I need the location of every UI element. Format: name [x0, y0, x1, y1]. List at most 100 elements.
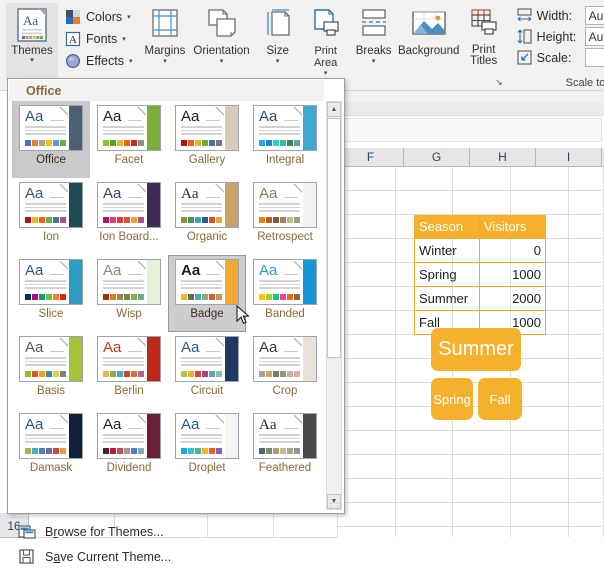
chevron-down-icon[interactable]: ▾ [220, 57, 224, 66]
grid-cell[interactable] [569, 191, 604, 215]
grid-cell[interactable] [338, 383, 396, 407]
grid-cell[interactable] [338, 359, 396, 383]
theme-item-feathered[interactable]: AaFeathered [246, 409, 324, 486]
column-header-G[interactable]: G [404, 148, 470, 166]
column-header-I[interactable]: I [536, 148, 602, 166]
grid-cell[interactable] [569, 263, 604, 287]
grid-cell[interactable] [338, 431, 396, 455]
visitors-table[interactable]: SeasonVisitorsWinter0Spring1000Summer200… [414, 215, 546, 335]
gallery-scrollbar[interactable]: ▲ ▼ [326, 101, 342, 510]
scroll-up-arrow-icon[interactable]: ▲ [327, 102, 341, 117]
margins-button[interactable]: Margins ▾ [142, 3, 189, 81]
table-header-cell[interactable]: Season [414, 215, 480, 239]
grid-cell[interactable] [511, 167, 569, 191]
grid-cell[interactable] [396, 527, 454, 537]
theme-thumbnail-gallery[interactable]: AaOfficeAaFacetAaGalleryAaIntegralAaIonA… [12, 101, 325, 489]
grid-cell[interactable] [511, 479, 569, 503]
theme-item-dividend[interactable]: AaDividend [90, 409, 168, 486]
chevron-down-icon[interactable]: ▾ [129, 57, 133, 65]
column-header-H[interactable]: H [470, 148, 536, 166]
chevron-down-icon[interactable]: ▾ [122, 35, 126, 43]
theme-item-berlin[interactable]: AaBerlin [90, 332, 168, 409]
spreadsheet-grid[interactable]: FGHI SeasonVisitorsWinter0Spring1000Summ… [338, 91, 604, 537]
grid-cell[interactable] [338, 335, 396, 359]
grid-cell[interactable] [396, 431, 454, 455]
colors-button[interactable]: Colors ▾ [63, 6, 137, 28]
grid-cell[interactable] [338, 239, 396, 263]
grid-cell[interactable] [453, 191, 511, 215]
grid-cell[interactable] [338, 479, 396, 503]
grid-cell[interactable] [396, 191, 454, 215]
table-cell-season[interactable]: Winter [414, 239, 480, 263]
grid-cell[interactable] [569, 239, 604, 263]
grid-cell[interactable] [511, 191, 569, 215]
theme-item-integral[interactable]: AaIntegral [246, 101, 324, 178]
resize-grip-icon[interactable]: ⋮⋮ [327, 502, 341, 511]
print-titles-button[interactable]: Print Titles [461, 3, 507, 81]
grid-cell[interactable] [569, 479, 604, 503]
grid-cell[interactable] [338, 215, 396, 239]
grid-cell[interactable] [453, 431, 511, 455]
theme-item-retrospect[interactable]: AaRetrospect [246, 178, 324, 255]
table-cell-visitors[interactable]: 2000 [480, 287, 546, 311]
chevron-down-icon[interactable]: ▾ [372, 57, 376, 66]
table-cell-visitors[interactable]: 0 [480, 239, 546, 263]
grid-cell[interactable] [511, 431, 569, 455]
scrollbar-thumb[interactable] [327, 118, 341, 358]
chevron-down-icon[interactable]: ▾ [30, 57, 34, 65]
shape-spring[interactable]: Spring [431, 378, 473, 420]
grid-cell[interactable] [569, 167, 604, 191]
grid-cell[interactable] [569, 287, 604, 311]
fonts-button[interactable]: A Fonts ▾ [63, 28, 137, 50]
grid-cell[interactable] [569, 407, 604, 431]
theme-item-office[interactable]: AaOffice [12, 101, 90, 178]
formula-bar[interactable] [340, 118, 602, 142]
grid-cell[interactable] [338, 503, 396, 527]
page-setup-dialog-launcher[interactable]: ↘ [495, 77, 503, 88]
size-button[interactable]: Size ▾ [255, 3, 301, 81]
chevron-down-icon[interactable]: ▾ [127, 13, 131, 21]
grid-cell[interactable] [338, 407, 396, 431]
grid-cell[interactable] [396, 479, 454, 503]
grid-cell[interactable] [396, 455, 454, 479]
grid-cell[interactable] [569, 527, 604, 537]
column-header-F[interactable]: F [338, 148, 404, 166]
grid-cell[interactable] [511, 527, 569, 537]
save-current-theme-item[interactable]: Save Current Theme... [9, 544, 345, 569]
background-button[interactable]: Background [399, 3, 459, 81]
theme-item-basis[interactable]: AaBasis [12, 332, 90, 409]
orientation-button[interactable]: Orientation ▾ [190, 3, 252, 81]
effects-button[interactable]: Effects ▾ [63, 50, 137, 72]
grid-cell[interactable] [569, 335, 604, 359]
theme-item-ion-board[interactable]: AaIon Board... [90, 178, 168, 255]
grid-cell[interactable] [338, 311, 396, 335]
grid-cell[interactable] [569, 431, 604, 455]
width-input[interactable]: Auto [585, 6, 604, 25]
themes-button[interactable]: Aa Themes ▾ [6, 3, 58, 81]
scale-input[interactable]: 100 [585, 48, 604, 67]
theme-item-crop[interactable]: AaCrop [246, 332, 324, 409]
theme-item-badge[interactable]: AaBadge [168, 255, 246, 332]
grid-cell[interactable] [338, 527, 396, 537]
theme-item-facet[interactable]: AaFacet [90, 101, 168, 178]
browse-for-themes-item[interactable]: Browse for Themes... [9, 519, 345, 544]
table-cell-season[interactable]: Summer [414, 287, 480, 311]
grid-cell[interactable] [338, 167, 396, 191]
themes-gallery-dropdown[interactable]: Office AaOfficeAaFacetAaGalleryAaIntegra… [7, 78, 345, 514]
grid-cell[interactable] [338, 287, 396, 311]
shape-fall[interactable]: Fall [478, 378, 522, 420]
grid-cell[interactable] [569, 383, 604, 407]
grid-cell[interactable] [338, 191, 396, 215]
grid-cell[interactable] [569, 215, 604, 239]
grid-cell[interactable] [569, 503, 604, 527]
theme-item-droplet[interactable]: AaDroplet [168, 409, 246, 486]
theme-item-gallery[interactable]: AaGallery [168, 101, 246, 178]
theme-item-slice[interactable]: AaSlice [12, 255, 90, 332]
grid-cell[interactable] [453, 455, 511, 479]
grid-cell[interactable] [396, 167, 454, 191]
grid-cell[interactable] [453, 479, 511, 503]
grid-cell[interactable] [569, 455, 604, 479]
theme-item-circuit[interactable]: AaCircuit [168, 332, 246, 409]
theme-item-organic[interactable]: AaOrganic [168, 178, 246, 255]
chevron-down-icon[interactable]: ▾ [163, 57, 167, 66]
